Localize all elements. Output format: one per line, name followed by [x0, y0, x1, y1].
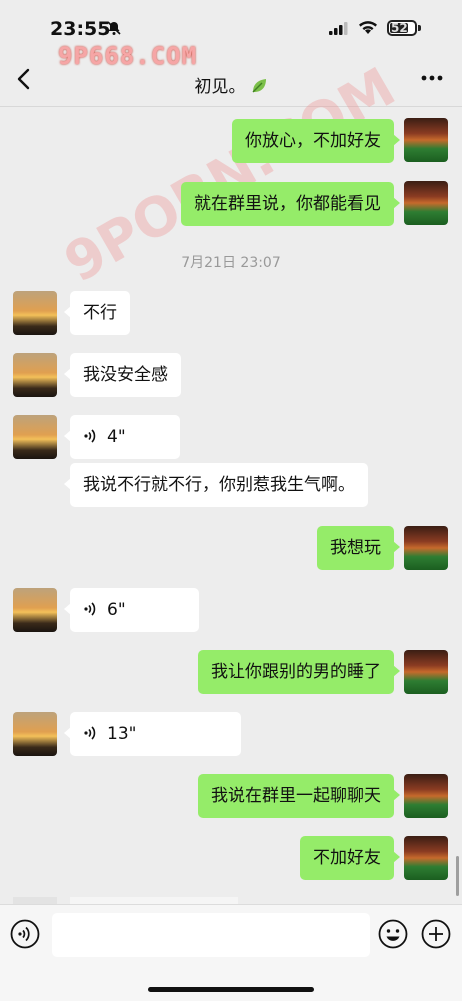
message-bubble-contact[interactable]: 不行 [64, 291, 130, 335]
voice-icon [84, 726, 96, 740]
contact-avatar[interactable] [13, 291, 57, 335]
contact-avatar[interactable] [13, 588, 57, 632]
my-avatar[interactable] [404, 836, 448, 880]
contact-avatar[interactable] [13, 712, 57, 756]
chat-title-text: 初见。 [194, 77, 246, 97]
message-bubble-me[interactable]: 就在群里说，你都能看见 [181, 182, 400, 226]
message-bubble-contact[interactable]: 我说不行就不行，你别惹我生气啊。 [64, 463, 368, 507]
chat-title: 初见。 [0, 72, 462, 97]
voice-duration: 6" [107, 600, 126, 620]
voice-icon [84, 429, 96, 443]
emoji-icon[interactable] [378, 919, 408, 949]
my-avatar[interactable] [404, 526, 448, 570]
more-icon[interactable] [420, 74, 444, 82]
my-avatar[interactable] [404, 650, 448, 694]
input-bar [0, 904, 462, 1001]
wifi-icon [359, 21, 377, 34]
battery-level: 52 [391, 21, 408, 35]
message-bubble-me[interactable]: 不加好友 [300, 836, 400, 880]
voice-message-contact[interactable]: 4" [64, 415, 180, 459]
chat-scrollbar[interactable] [456, 856, 459, 896]
voice-duration: 13" [107, 724, 137, 744]
battery-nub [418, 25, 421, 31]
message-bubble-me[interactable]: 你放心，不加好友 [232, 119, 400, 163]
bell-mute-icon [107, 21, 121, 35]
contact-avatar[interactable] [13, 353, 57, 397]
chat-header: 初见。 [0, 52, 462, 107]
voice-message-contact[interactable]: 6" [64, 588, 199, 632]
voice-icon [84, 602, 96, 616]
chat-timestamp: 7月21日 23:07 [181, 255, 281, 271]
message-bubble-me[interactable]: 我让你跟别的男的睡了 [198, 650, 400, 694]
message-input[interactable] [52, 913, 370, 957]
message-bubble-me[interactable]: 我想玩 [317, 526, 400, 570]
message-bubble-me[interactable]: 我说在群里一起聊聊天 [198, 774, 400, 818]
signal-icon [329, 22, 348, 35]
my-avatar[interactable] [404, 774, 448, 818]
contact-avatar[interactable] [13, 415, 57, 459]
voice-message-contact[interactable]: 13" [64, 712, 241, 756]
status-bar: 23:55 52 9P668.COM [0, 0, 462, 70]
status-time: 23:55 [50, 18, 111, 40]
battery-icon: 52 [387, 20, 417, 36]
my-avatar[interactable] [404, 118, 448, 162]
plus-icon[interactable] [421, 919, 451, 949]
message-bubble-contact[interactable]: 我没安全感 [64, 353, 181, 397]
home-indicator [148, 987, 314, 992]
voice-duration: 4" [107, 427, 126, 447]
leaf-icon [252, 79, 266, 93]
my-avatar[interactable] [404, 181, 448, 225]
voice-input-button[interactable] [10, 919, 40, 949]
